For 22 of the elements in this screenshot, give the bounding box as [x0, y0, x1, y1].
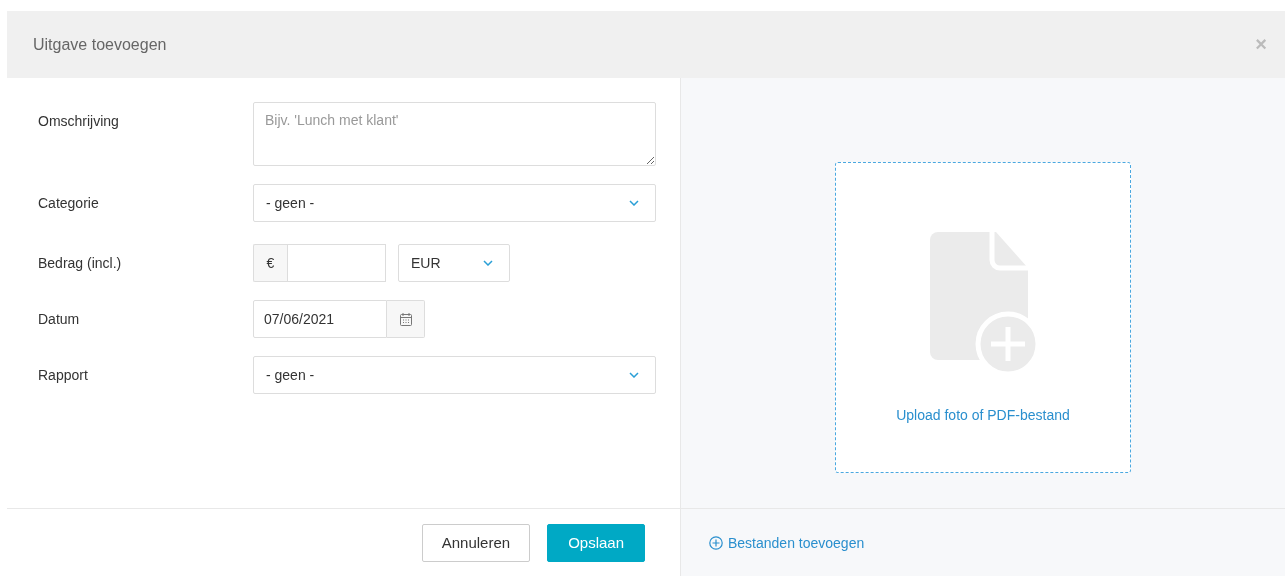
- cancel-button[interactable]: Annuleren: [421, 523, 531, 562]
- description-field[interactable]: Bijv. 'Lunch met klant': [253, 102, 656, 166]
- dialog-title: Uitgave toevoegen: [33, 35, 167, 54]
- field-label: Omschrijving: [38, 112, 120, 129]
- upload-dropzone[interactable]: Upload foto of PDF-bestand: [835, 162, 1131, 473]
- field-label: Rapport: [38, 366, 89, 383]
- select-field[interactable]: - geen -: [253, 184, 656, 222]
- calendar-button[interactable]: [387, 300, 425, 338]
- chevron-down-icon: [483, 260, 493, 266]
- date-field[interactable]: 07/06/2021: [253, 300, 387, 338]
- upload-text: Upload foto of PDF-bestand: [896, 407, 1070, 423]
- currency-select[interactable]: EUR: [398, 244, 510, 282]
- amount-field[interactable]: [287, 244, 386, 282]
- select-field[interactable]: - geen -: [253, 356, 656, 394]
- plus-circle-icon: [709, 535, 723, 550]
- calendar-icon: [399, 312, 412, 326]
- field-label: Datum: [38, 310, 81, 327]
- currency-prefix: €: [253, 244, 287, 282]
- field-label: Categorie: [38, 194, 100, 211]
- chevron-down-icon: [629, 372, 639, 378]
- field-label: Bedrag (incl.): [38, 254, 123, 271]
- chevron-down-icon: [629, 200, 639, 206]
